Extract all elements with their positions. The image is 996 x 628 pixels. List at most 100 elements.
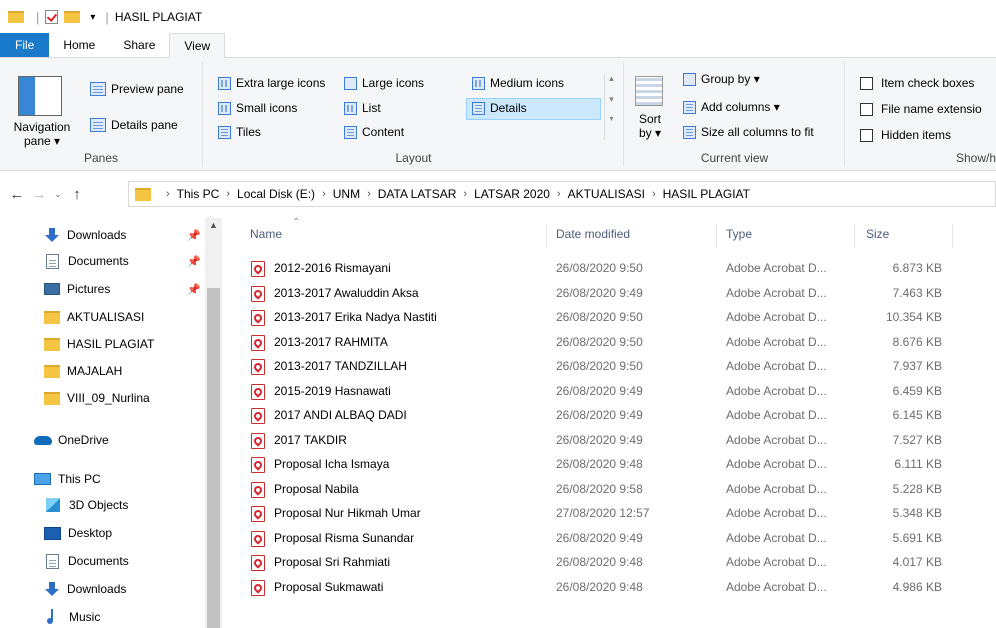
small-icons-option[interactable]: Small icons bbox=[218, 101, 297, 115]
file-row[interactable]: 2012-2016 Rismayani 26/08/2020 9:50 Adobe … bbox=[240, 256, 996, 280]
list-option[interactable]: List bbox=[344, 101, 381, 115]
file-name: 2013-2017 TANDZILLAH bbox=[274, 359, 407, 373]
file-row[interactable]: 2013-2017 TANDZILLAH 26/08/2020 9:50 Adobe… bbox=[240, 354, 996, 378]
scroll-up-icon[interactable]: ▲ bbox=[205, 220, 222, 230]
separator: | bbox=[36, 9, 40, 25]
folder-icon bbox=[44, 391, 60, 405]
layout-group-label: Layout bbox=[395, 151, 432, 165]
file-size: 4.017 KB bbox=[892, 555, 942, 569]
file-row[interactable]: Proposal Sri Rahmiati 26/08/2020 9:48 Adob… bbox=[240, 550, 996, 574]
customize-quick-access-dropdown-icon[interactable]: ▾ bbox=[90, 12, 95, 23]
hidden-items-checkbox[interactable]: Hidden items bbox=[860, 128, 951, 142]
column-header-type[interactable]: Type bbox=[726, 218, 836, 250]
small-icons-icon bbox=[218, 101, 231, 115]
layout-gallery-scrollbar[interactable]: ▲ ▼ ▾ bbox=[604, 74, 618, 140]
new-folder-quick-access-icon[interactable] bbox=[64, 11, 81, 23]
column-divider[interactable] bbox=[716, 224, 717, 248]
file-row[interactable]: Proposal Nabila 26/08/2020 9:58 Adobe Acro… bbox=[240, 477, 996, 501]
file-row[interactable]: Proposal Sukmawati 26/08/2020 9:48 Adobe A… bbox=[240, 575, 996, 599]
breadcrumb-separator[interactable]: › bbox=[652, 188, 656, 200]
file-row[interactable]: 2015-2019 Hasnawati 26/08/2020 9:49 Adobe … bbox=[240, 379, 996, 403]
address-bar[interactable]: › This PC › Local Disk (E:) › UNM › DATA… bbox=[128, 181, 996, 207]
extra-large-icons-label: Extra large icons bbox=[236, 76, 326, 90]
file-type: Adobe Acrobat D... bbox=[726, 359, 827, 373]
breadcrumb-local-disk[interactable]: Local Disk (E:) bbox=[237, 187, 315, 201]
computer-icon bbox=[34, 473, 51, 485]
music-icon bbox=[46, 609, 60, 625]
file-size: 6.111 KB bbox=[894, 457, 942, 471]
file-row[interactable]: 2013-2017 RAHMITA 26/08/2020 9:50 Adobe Ac… bbox=[240, 330, 996, 354]
file-row[interactable]: 2017 ANDI ALBAQ DADI 26/08/2020 9:49 Adobe… bbox=[240, 403, 996, 427]
navigation-pane-scrollbar[interactable]: ▲ bbox=[205, 218, 222, 628]
forward-arrow-icon[interactable]: → bbox=[28, 186, 50, 203]
pdf-file-icon bbox=[251, 285, 265, 302]
tab-view[interactable]: View bbox=[169, 33, 226, 58]
pin-icon[interactable]: 📌 bbox=[187, 283, 201, 296]
size-all-columns-button[interactable]: Size all columns to fit bbox=[683, 125, 814, 139]
file-row[interactable]: 2013-2017 Awaluddin Aksa 26/08/2020 9:49 A… bbox=[240, 281, 996, 305]
medium-icons-option[interactable]: Medium icons bbox=[472, 76, 564, 90]
properties-quick-access-icon[interactable] bbox=[45, 10, 59, 24]
file-name: 2013-2017 RAHMITA bbox=[274, 334, 388, 349]
breadcrumb-latsar-2020[interactable]: LATSAR 2020 bbox=[474, 187, 550, 201]
column-divider[interactable] bbox=[854, 224, 855, 248]
breadcrumb-data-latsar[interactable]: DATA LATSAR bbox=[378, 187, 457, 201]
desktop-icon bbox=[44, 526, 61, 540]
file-row[interactable]: Proposal Risma Sunandar 26/08/2020 9:49 Ad… bbox=[240, 526, 996, 550]
checkbox[interactable] bbox=[860, 76, 873, 90]
breadcrumb-separator[interactable]: › bbox=[367, 188, 371, 200]
file-row[interactable]: 2013-2017 Erika Nadya Nastiti 26/08/2020 … bbox=[240, 305, 996, 329]
breadcrumb-separator[interactable]: › bbox=[322, 188, 326, 200]
column-divider[interactable] bbox=[952, 224, 953, 248]
file-row[interactable]: 2017 TAKDIR 26/08/2020 9:49 Adobe Acrobat … bbox=[240, 428, 996, 452]
group-by-button[interactable]: Group by ▾ bbox=[683, 72, 760, 86]
breadcrumb-separator[interactable]: › bbox=[226, 188, 230, 200]
content-option[interactable]: Content bbox=[344, 125, 404, 139]
scroll-down-icon[interactable]: ▼ bbox=[605, 95, 618, 104]
panes-group: Navigation pane ▾ Preview pane Details p… bbox=[0, 62, 203, 167]
scroll-up-icon[interactable]: ▲ bbox=[605, 74, 618, 83]
pin-icon[interactable]: 📌 bbox=[187, 255, 201, 268]
file-size: 6.145 KB bbox=[892, 408, 942, 422]
file-name: 2017 TAKDIR bbox=[274, 432, 347, 447]
recent-locations-chevron-icon[interactable]: ⌄ bbox=[50, 189, 66, 200]
tiles-option[interactable]: Tiles bbox=[218, 125, 261, 139]
nav-item-label: This PC bbox=[58, 472, 101, 486]
pdf-file-icon bbox=[251, 530, 265, 547]
add-columns-button[interactable]: Add columns ▾ bbox=[683, 100, 780, 114]
breadcrumb-this-pc[interactable]: This PC bbox=[177, 187, 220, 201]
more-options-icon[interactable]: ▾ bbox=[605, 114, 618, 123]
up-arrow-icon[interactable]: ↑ bbox=[66, 186, 88, 203]
nav-item-this-pc[interactable]: This PC bbox=[34, 466, 234, 492]
file-size: 4.986 KB bbox=[892, 579, 942, 594]
tab-share[interactable]: Share bbox=[109, 33, 169, 57]
breadcrumb-separator[interactable]: › bbox=[463, 188, 467, 200]
scrollbar-thumb[interactable] bbox=[207, 288, 220, 628]
breadcrumb-separator[interactable]: › bbox=[557, 188, 561, 200]
tiles-icon bbox=[218, 125, 231, 139]
file-row[interactable]: Proposal Icha Ismaya 26/08/2020 9:48 Adobe… bbox=[240, 452, 996, 476]
column-header-size[interactable]: Size bbox=[866, 218, 966, 250]
column-header-date-modified[interactable]: Date modified bbox=[556, 218, 716, 250]
file-type: Adobe Acrobat D... bbox=[726, 310, 827, 324]
details-pane-button[interactable]: Details pane bbox=[90, 118, 178, 132]
breadcrumb-aktualisasi[interactable]: AKTUALISASI bbox=[568, 187, 645, 201]
pin-icon[interactable]: 📌 bbox=[187, 229, 201, 242]
details-option[interactable]: Details bbox=[472, 101, 527, 115]
extra-large-icons-option[interactable]: Extra large icons bbox=[218, 76, 325, 90]
file-row[interactable]: Proposal Nur Hikmah Umar 27/08/2020 12:57… bbox=[240, 501, 996, 525]
tab-file[interactable]: File bbox=[0, 33, 50, 57]
checkbox[interactable] bbox=[860, 102, 873, 116]
file-name-extensions-checkbox[interactable]: File name extensio bbox=[860, 102, 982, 116]
preview-pane-button[interactable]: Preview pane bbox=[90, 82, 184, 96]
back-arrow-icon[interactable]: ← bbox=[6, 186, 28, 203]
sort-icon bbox=[635, 76, 663, 106]
column-divider[interactable] bbox=[546, 224, 547, 248]
item-check-boxes-checkbox[interactable]: Item check boxes bbox=[860, 76, 974, 90]
large-icons-option[interactable]: Large icons bbox=[344, 76, 424, 90]
breadcrumb-hasil-plagiat[interactable]: HASIL PLAGIAT bbox=[663, 187, 750, 201]
tab-home[interactable]: Home bbox=[49, 33, 109, 57]
breadcrumb-unm[interactable]: UNM bbox=[333, 187, 360, 201]
nav-item-onedrive[interactable]: OneDrive bbox=[34, 427, 234, 453]
checkbox[interactable] bbox=[860, 128, 873, 142]
